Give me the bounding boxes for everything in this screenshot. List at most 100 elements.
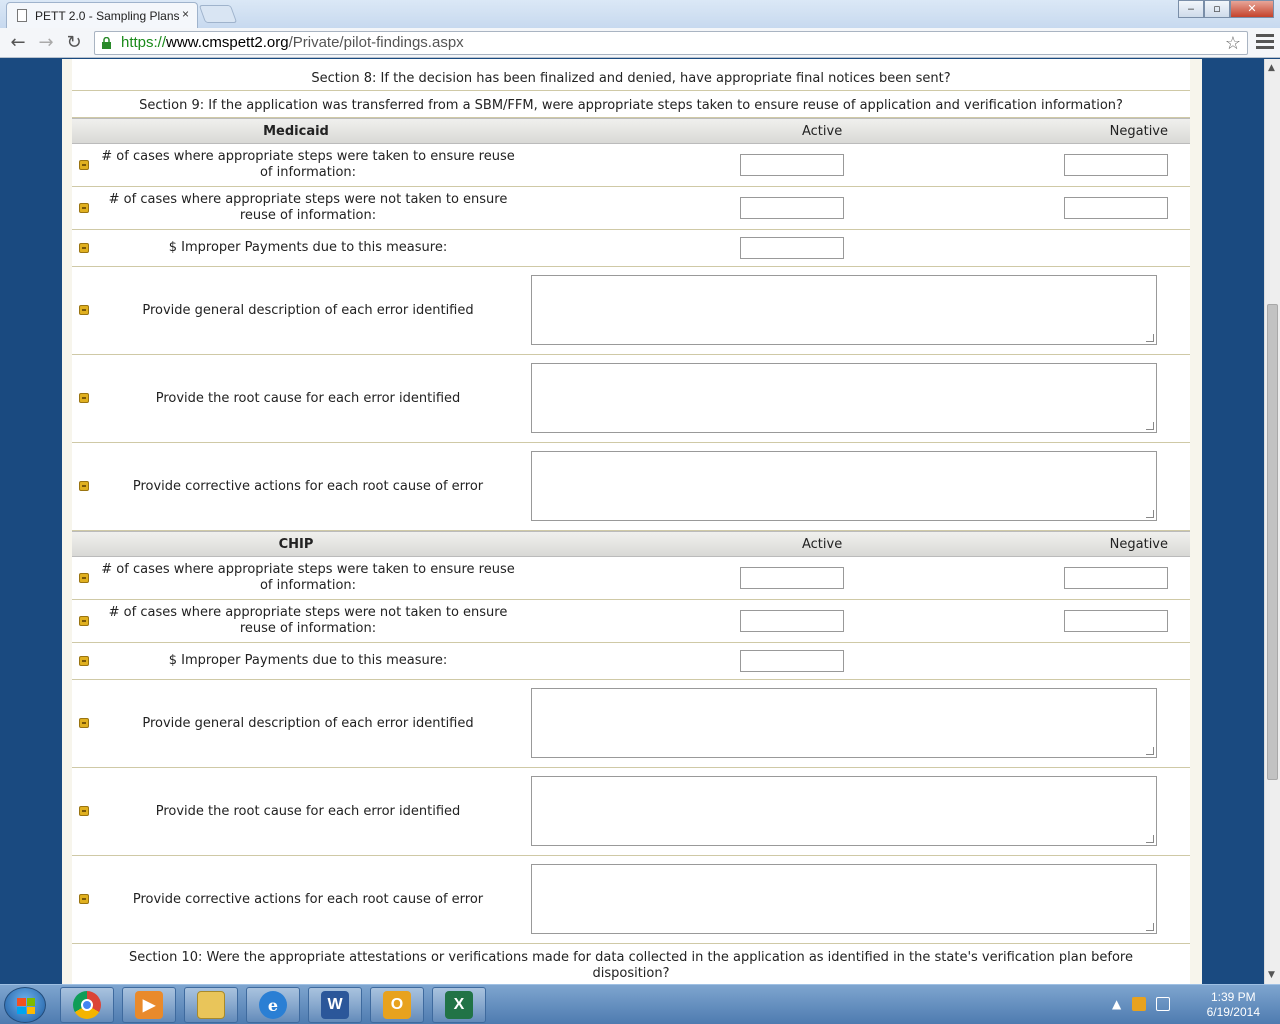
outlook-tray-icon[interactable] bbox=[1132, 997, 1146, 1011]
chip-improper-payments-input[interactable] bbox=[740, 650, 844, 672]
section-9-question: Section 9: If the application was transf… bbox=[72, 91, 1190, 118]
page-scrollbar[interactable]: ▲ ▼ bbox=[1264, 59, 1280, 984]
medicaid-row-not-taken: # of cases where appropriate steps were … bbox=[72, 187, 1190, 230]
excel-icon: X bbox=[445, 991, 473, 1019]
media-player-icon: ▶ bbox=[135, 991, 163, 1019]
minimize-button[interactable]: ‒ bbox=[1178, 0, 1204, 18]
page-icon bbox=[17, 9, 27, 22]
tab-close-icon[interactable]: × bbox=[182, 7, 189, 21]
chip-active-column: Active bbox=[802, 537, 843, 552]
field-label: Provide corrective actions for each root… bbox=[132, 892, 484, 907]
address-bar[interactable]: https://www.cmspett2.org/Private/pilot-f… bbox=[94, 31, 1248, 55]
clock[interactable]: 1:39 PM 6/19/2014 bbox=[1207, 990, 1260, 1020]
medicaid-header: Medicaid Active Negative bbox=[72, 118, 1190, 144]
chip-row-description: Provide general description of each erro… bbox=[72, 680, 1190, 768]
medicaid-root-cause-textarea[interactable] bbox=[531, 363, 1157, 433]
medicaid-not-taken-negative-input[interactable] bbox=[1064, 197, 1168, 219]
chrome-icon bbox=[73, 991, 101, 1019]
bullet-icon bbox=[79, 894, 89, 904]
taskbar: ▶ e W O X ▲ 1:39 PM 6/19/2014 bbox=[0, 984, 1280, 1024]
chip-description-textarea[interactable] bbox=[531, 688, 1157, 758]
field-label: # of cases where appropriate steps were … bbox=[101, 562, 515, 593]
url-host: www.cmspett2.org bbox=[166, 34, 289, 51]
bookmark-star-icon[interactable]: ☆ bbox=[1225, 32, 1241, 54]
bullet-icon bbox=[79, 305, 89, 315]
lock-icon bbox=[102, 37, 111, 49]
section-10-question: Section 10: Were the appropriate attesta… bbox=[72, 944, 1190, 984]
chip-not-taken-negative-input[interactable] bbox=[1064, 610, 1168, 632]
chip-negative-column: Negative bbox=[1109, 537, 1168, 552]
medicaid-title: Medicaid bbox=[263, 124, 329, 139]
taskbar-media-player[interactable]: ▶ bbox=[122, 987, 176, 1023]
content-panel: Section 8: If the decision has been fina… bbox=[62, 59, 1202, 984]
medicaid-description-textarea[interactable] bbox=[531, 275, 1157, 345]
findings-form: Section 8: If the decision has been fina… bbox=[72, 59, 1190, 984]
chip-row-not-taken: # of cases where appropriate steps were … bbox=[72, 600, 1190, 643]
taskbar-excel[interactable]: X bbox=[432, 987, 486, 1023]
scroll-down-arrow-icon[interactable]: ▼ bbox=[1268, 970, 1275, 980]
back-button[interactable]: ← bbox=[6, 31, 30, 55]
close-window-button[interactable]: ✕ bbox=[1230, 0, 1274, 18]
url-path: /Private/pilot-findings.aspx bbox=[288, 34, 464, 51]
window-controls: ‒ ▫ ✕ bbox=[1178, 0, 1274, 18]
medicaid-taken-negative-input[interactable] bbox=[1064, 154, 1168, 176]
taskbar-outlook[interactable]: O bbox=[370, 987, 424, 1023]
field-label: # of cases where appropriate steps were … bbox=[108, 192, 508, 223]
field-label: # of cases where appropriate steps were … bbox=[108, 605, 508, 636]
medicaid-corrective-textarea[interactable] bbox=[531, 451, 1157, 521]
reload-button[interactable]: ↻ bbox=[62, 31, 86, 55]
bullet-icon bbox=[79, 203, 89, 213]
chrome-menu-icon[interactable] bbox=[1256, 34, 1274, 50]
network-icon[interactable] bbox=[1156, 997, 1170, 1011]
taskbar-ie[interactable]: e bbox=[246, 987, 300, 1023]
tab-title: PETT 2.0 - Sampling Plans bbox=[35, 8, 180, 23]
field-label: Provide general description of each erro… bbox=[142, 303, 474, 318]
scroll-up-arrow-icon[interactable]: ▲ bbox=[1268, 63, 1275, 73]
medicaid-row-root-cause: Provide the root cause for each error id… bbox=[72, 355, 1190, 443]
bullet-icon bbox=[79, 160, 89, 170]
field-label: Provide the root cause for each error id… bbox=[155, 804, 461, 819]
chip-corrective-textarea[interactable] bbox=[531, 864, 1157, 934]
taskbar-chrome[interactable] bbox=[60, 987, 114, 1023]
chip-taken-active-input[interactable] bbox=[740, 567, 844, 589]
scroll-thumb[interactable] bbox=[1267, 304, 1278, 780]
start-button[interactable] bbox=[4, 987, 46, 1023]
medicaid-not-taken-active-input[interactable] bbox=[740, 197, 844, 219]
outlook-icon: O bbox=[383, 991, 411, 1019]
system-tray: ▲ 1:39 PM 6/19/2014 bbox=[1110, 985, 1280, 1024]
chip-row-corrective: Provide corrective actions for each root… bbox=[72, 856, 1190, 944]
medicaid-negative-column: Negative bbox=[1109, 124, 1168, 139]
chip-not-taken-active-input[interactable] bbox=[740, 610, 844, 632]
forward-button[interactable]: → bbox=[34, 31, 58, 55]
medicaid-taken-active-input[interactable] bbox=[740, 154, 844, 176]
chip-row-payments: $ Improper Payments due to this measure: bbox=[72, 643, 1190, 680]
chip-taken-negative-input[interactable] bbox=[1064, 567, 1168, 589]
taskbar-word[interactable]: W bbox=[308, 987, 362, 1023]
maximize-button[interactable]: ▫ bbox=[1204, 0, 1230, 18]
show-hidden-icons-icon[interactable]: ▲ bbox=[1112, 997, 1121, 1011]
section-8-question: Section 8: If the decision has been fina… bbox=[72, 59, 1190, 91]
chip-root-cause-textarea[interactable] bbox=[531, 776, 1157, 846]
folder-icon bbox=[197, 991, 225, 1019]
word-icon: W bbox=[321, 991, 349, 1019]
bullet-icon bbox=[79, 481, 89, 491]
medicaid-row-taken: # of cases where appropriate steps were … bbox=[72, 144, 1190, 187]
windows-logo-icon bbox=[17, 998, 35, 1014]
field-label: Provide corrective actions for each root… bbox=[132, 479, 484, 494]
field-label: $ Improper Payments due to this measure: bbox=[168, 240, 448, 255]
medicaid-improper-payments-input[interactable] bbox=[740, 237, 844, 259]
taskbar-explorer[interactable] bbox=[184, 987, 238, 1023]
browser-tab[interactable]: PETT 2.0 - Sampling Plans × bbox=[6, 2, 198, 28]
chip-row-root-cause: Provide the root cause for each error id… bbox=[72, 768, 1190, 856]
bullet-icon bbox=[79, 718, 89, 728]
medicaid-row-description: Provide general description of each erro… bbox=[72, 267, 1190, 355]
medicaid-row-payments: $ Improper Payments due to this measure: bbox=[72, 230, 1190, 267]
new-tab-button[interactable] bbox=[198, 5, 238, 23]
medicaid-active-column: Active bbox=[802, 124, 843, 139]
url-scheme: https:// bbox=[121, 34, 167, 51]
bullet-icon bbox=[79, 243, 89, 253]
field-label: Provide general description of each erro… bbox=[142, 716, 474, 731]
browser-toolbar: ← → ↻ https://www.cmspett2.org/Private/p… bbox=[0, 28, 1280, 58]
bullet-icon bbox=[79, 656, 89, 666]
browser-titlebar: PETT 2.0 - Sampling Plans × ‒ ▫ ✕ bbox=[0, 0, 1280, 28]
